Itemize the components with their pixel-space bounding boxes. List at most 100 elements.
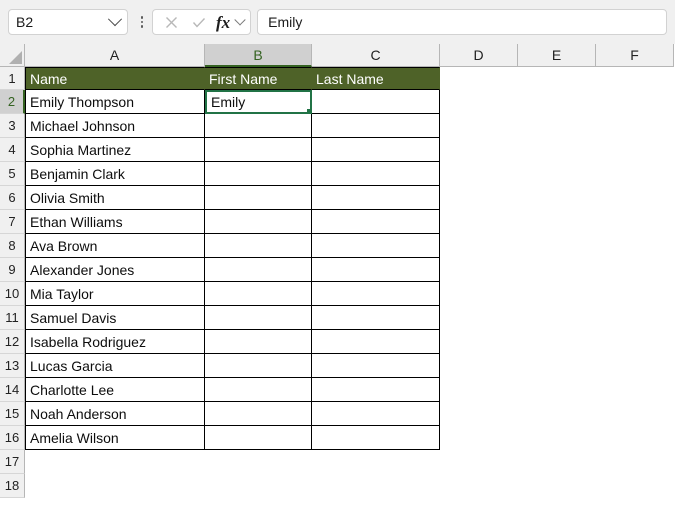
cell-e8[interactable] [518, 234, 596, 258]
column-header-a[interactable]: A [25, 44, 205, 67]
cell-b12[interactable] [205, 330, 312, 354]
cell-d13[interactable] [440, 354, 518, 378]
cell-f9[interactable] [596, 258, 674, 282]
cell-d10[interactable] [440, 282, 518, 306]
cell-c15[interactable] [312, 402, 440, 426]
cell-c12[interactable] [312, 330, 440, 354]
cell-c3[interactable] [312, 114, 440, 138]
cell-b1[interactable]: First Name [205, 67, 312, 90]
chevron-down-icon[interactable] [107, 12, 123, 27]
cell-f16[interactable] [596, 426, 674, 450]
chevron-down-icon[interactable] [234, 14, 246, 26]
cell-a17[interactable] [25, 450, 205, 474]
row-header-15[interactable]: 15 [0, 402, 25, 426]
cell-a12[interactable]: Isabella Rodriguez [25, 330, 205, 354]
cell-b4[interactable] [205, 138, 312, 162]
cell-b14[interactable] [205, 378, 312, 402]
cell-f2[interactable] [596, 90, 674, 114]
cell-b11[interactable] [205, 306, 312, 330]
cell-c9[interactable] [312, 258, 440, 282]
cell-c11[interactable] [312, 306, 440, 330]
cell-d5[interactable] [440, 162, 518, 186]
cell-e1[interactable] [518, 67, 596, 90]
cell-b13[interactable] [205, 354, 312, 378]
cell-d14[interactable] [440, 378, 518, 402]
cell-e10[interactable] [518, 282, 596, 306]
cell-f18[interactable] [596, 474, 674, 498]
row-header-17[interactable]: 17 [0, 450, 25, 474]
cell-c10[interactable] [312, 282, 440, 306]
cell-f5[interactable] [596, 162, 674, 186]
cell-a3[interactable]: Michael Johnson [25, 114, 205, 138]
cell-f1[interactable] [596, 67, 674, 90]
cell-d4[interactable] [440, 138, 518, 162]
cell-a13[interactable]: Lucas Garcia [25, 354, 205, 378]
row-header-9[interactable]: 9 [0, 258, 25, 282]
cell-f17[interactable] [596, 450, 674, 474]
cell-d15[interactable] [440, 402, 518, 426]
cell-a4[interactable]: Sophia Martinez [25, 138, 205, 162]
cell-f12[interactable] [596, 330, 674, 354]
cell-a9[interactable]: Alexander Jones [25, 258, 205, 282]
check-icon[interactable] [187, 11, 211, 33]
cell-a15[interactable]: Noah Anderson [25, 402, 205, 426]
cell-b8[interactable] [205, 234, 312, 258]
cell-f3[interactable] [596, 114, 674, 138]
cell-d7[interactable] [440, 210, 518, 234]
cell-c16[interactable] [312, 426, 440, 450]
cell-b6[interactable] [205, 186, 312, 210]
row-header-7[interactable]: 7 [0, 210, 25, 234]
row-header-18[interactable]: 18 [0, 474, 25, 498]
cell-b7[interactable] [205, 210, 312, 234]
cell-f13[interactable] [596, 354, 674, 378]
cell-c1[interactable]: Last Name [312, 67, 440, 90]
cell-d11[interactable] [440, 306, 518, 330]
cell-a11[interactable]: Samuel Davis [25, 306, 205, 330]
cell-e4[interactable] [518, 138, 596, 162]
cell-d17[interactable] [440, 450, 518, 474]
cell-a16[interactable]: Amelia Wilson [25, 426, 205, 450]
column-header-e[interactable]: E [518, 44, 596, 67]
cell-e16[interactable] [518, 426, 596, 450]
cell-d9[interactable] [440, 258, 518, 282]
cell-e13[interactable] [518, 354, 596, 378]
cell-e12[interactable] [518, 330, 596, 354]
cell-a7[interactable]: Ethan Williams [25, 210, 205, 234]
row-header-10[interactable]: 10 [0, 282, 25, 306]
cell-f15[interactable] [596, 402, 674, 426]
cell-d6[interactable] [440, 186, 518, 210]
cell-b15[interactable] [205, 402, 312, 426]
cell-f7[interactable] [596, 210, 674, 234]
cell-c4[interactable] [312, 138, 440, 162]
cell-e5[interactable] [518, 162, 596, 186]
row-header-13[interactable]: 13 [0, 354, 25, 378]
column-header-d[interactable]: D [440, 44, 518, 67]
cell-e7[interactable] [518, 210, 596, 234]
cell-c18[interactable] [312, 474, 440, 498]
row-header-4[interactable]: 4 [0, 138, 25, 162]
row-header-16[interactable]: 16 [0, 426, 25, 450]
cell-b18[interactable] [205, 474, 312, 498]
cell-b10[interactable] [205, 282, 312, 306]
row-header-8[interactable]: 8 [0, 234, 25, 258]
insert-function-icon[interactable]: fx [215, 14, 231, 31]
cell-f10[interactable] [596, 282, 674, 306]
row-header-12[interactable]: 12 [0, 330, 25, 354]
cell-a2[interactable]: Emily Thompson [25, 90, 205, 114]
row-header-2[interactable]: 2 [0, 90, 25, 114]
cell-b9[interactable] [205, 258, 312, 282]
cell-d16[interactable] [440, 426, 518, 450]
cell-c6[interactable] [312, 186, 440, 210]
cell-d18[interactable] [440, 474, 518, 498]
cell-e3[interactable] [518, 114, 596, 138]
cell-a5[interactable]: Benjamin Clark [25, 162, 205, 186]
cell-c8[interactable] [312, 234, 440, 258]
cell-e15[interactable] [518, 402, 596, 426]
cell-e14[interactable] [518, 378, 596, 402]
select-all-corner-icon[interactable] [0, 44, 25, 67]
cell-a14[interactable]: Charlotte Lee [25, 378, 205, 402]
column-header-c[interactable]: C [312, 44, 440, 67]
cell-d12[interactable] [440, 330, 518, 354]
fill-handle[interactable] [306, 108, 310, 112]
cell-b5[interactable] [205, 162, 312, 186]
